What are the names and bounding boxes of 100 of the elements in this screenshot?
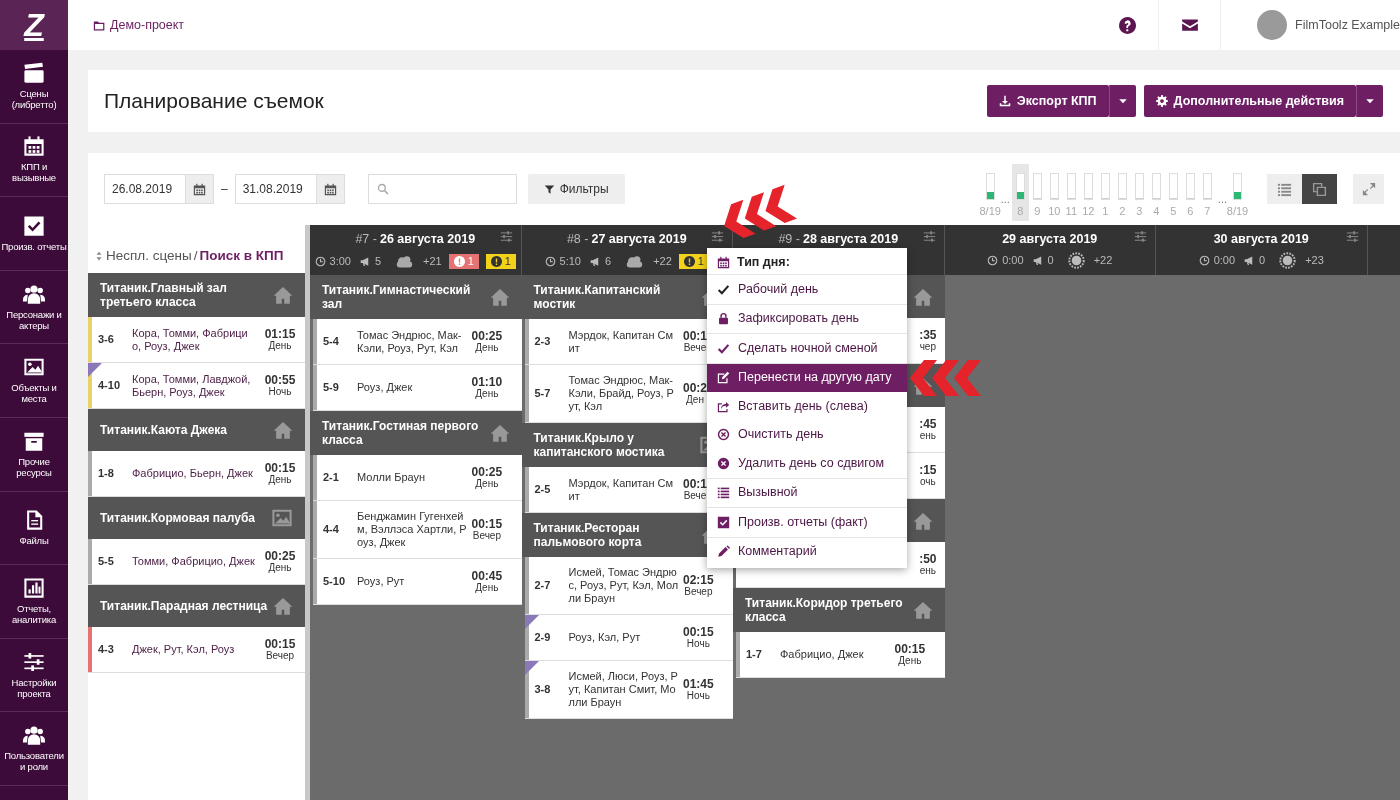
sidebar-item[interactable]: Персонажи и актеры — [0, 270, 68, 345]
day-part: День — [268, 340, 292, 352]
sidebar-item[interactable]: Настройки проекта — [0, 638, 68, 713]
menu-item[interactable]: Вставить день (слева) — [707, 392, 907, 421]
sidebar-item[interactable]: Отчеты, аналитика — [0, 565, 68, 639]
search-link[interactable]: Поиск в КПП — [199, 245, 284, 267]
annotation-arrow — [910, 360, 981, 396]
location-name: Титаник.Главный зал третьего класса — [100, 281, 228, 309]
menu-item[interactable]: Рабочий день — [707, 275, 907, 304]
cast-list: Джек, Рут, Кэл, Роуз — [128, 634, 259, 665]
fullscreen-button[interactable] — [1353, 174, 1384, 204]
list-icon — [1277, 181, 1292, 197]
day-settings-icon[interactable] — [711, 230, 724, 243]
day-settings-icon[interactable] — [1345, 230, 1359, 243]
location-name: Титаник.Парадная лестница — [100, 599, 268, 613]
calendar-icon — [323, 182, 337, 196]
day-part: Вече — [683, 342, 707, 354]
hour-label: 6 — [1187, 203, 1194, 219]
hour-label: 11 — [1065, 203, 1078, 219]
home-icon — [273, 285, 293, 305]
clock-icon — [544, 256, 556, 267]
cast-list: Томас Эндрюс, Мак-Кэли, Брайд, Роуз, Рут, Кэл — [564, 365, 683, 422]
day-date: 30 августа 2019 — [1213, 232, 1309, 246]
ellipsis-text: ... — [1000, 194, 1010, 205]
calendar-icon — [23, 135, 45, 158]
sidebar-item[interactable]: Файлы — [0, 491, 68, 566]
view-toggle-button[interactable] — [1267, 174, 1302, 204]
scene-number: 2-1 — [322, 470, 340, 486]
dropdown-toggle-button[interactable] — [1356, 85, 1383, 117]
scene-number: 1-8 — [97, 466, 115, 482]
expand-icon — [1361, 182, 1376, 196]
calendar-button[interactable] — [186, 174, 214, 204]
megaphone-icon — [1032, 255, 1044, 266]
menu-item[interactable]: Произв. отчеты (факт) — [707, 508, 907, 537]
menu-item[interactable]: Вызывной — [707, 478, 907, 507]
filter-icon — [543, 183, 555, 195]
location-name: Титаник.Гостиная первого класса — [322, 419, 480, 447]
day-part: День — [268, 562, 292, 574]
day-part: День — [268, 474, 292, 486]
app-logo[interactable]: Z — [0, 0, 68, 50]
layers-icon — [1312, 181, 1327, 197]
menu-item[interactable]: Удалить день со сдвигом — [707, 449, 907, 478]
home-icon — [912, 510, 933, 531]
sidebar-item[interactable]: Прочие ресурсы — [0, 417, 68, 492]
export-button[interactable]: Экспорт КПП — [986, 85, 1109, 117]
day-part: Вечер — [472, 530, 501, 542]
sidebar-item[interactable]: Произв. отчеты — [0, 197, 68, 271]
hour-label: 4 — [1153, 203, 1160, 219]
scene-number: 5-4 — [322, 334, 340, 350]
hour-label: 7 — [1204, 203, 1211, 219]
edit-icon — [717, 371, 730, 385]
sun-icon — [1279, 252, 1297, 269]
scrollbar[interactable] — [305, 225, 310, 800]
menu-item[interactable]: Комментарий — [707, 537, 907, 566]
user-avatar[interactable] — [1257, 10, 1288, 40]
scene-number: 2-7 — [533, 578, 552, 594]
calendar-button[interactable] — [316, 174, 345, 204]
menu-item[interactable]: Очистить день — [707, 420, 907, 449]
scene-duration: 00:45 — [471, 569, 503, 583]
location-name: Титаник.Кормовая палуба — [100, 511, 255, 525]
day-settings-icon[interactable] — [1134, 230, 1147, 243]
date-field[interactable]: 31.08.2019 — [234, 174, 317, 204]
home-icon — [489, 287, 510, 307]
bar-chart-icon — [23, 577, 45, 600]
scene-number: 2-5 — [533, 482, 552, 498]
cast-list: Молли Браун — [353, 462, 472, 493]
day-settings-icon[interactable] — [499, 230, 513, 243]
user-name[interactable]: FilmToolz Example — [1295, 15, 1400, 35]
temperature: +22 — [1093, 253, 1113, 269]
sidebar-item[interactable]: Пользователи и роли — [0, 712, 68, 786]
sidebar-item[interactable]: Объекты и места — [0, 344, 68, 418]
sidebar-item[interactable]: Сцены (либретто) — [0, 50, 68, 124]
day-date: 27 августа 2019 — [591, 232, 687, 246]
hour-label: 10 — [1048, 203, 1061, 219]
scene-number: 4-10 — [97, 378, 122, 394]
page-title: Планирование съемок — [104, 88, 324, 114]
menu-item[interactable]: Перенести на другую дату — [707, 363, 907, 392]
folder-icon — [93, 18, 106, 32]
calendar-icon — [193, 182, 206, 196]
dropdown-toggle-button[interactable] — [1108, 85, 1136, 117]
day-part: Ночь — [686, 638, 710, 650]
image-icon — [271, 507, 293, 529]
view-toggle-button[interactable] — [1302, 174, 1337, 204]
hour-label: 2 — [1119, 203, 1126, 219]
scene-duration: :50 — [919, 552, 937, 566]
sidebar-item[interactable]: КПП и вызывные — [0, 123, 68, 198]
scene-duration: 01:10 — [471, 375, 503, 389]
location-name: Титаник.Каюта Джека — [100, 423, 227, 437]
day-date: 28 августа 2019 — [802, 232, 899, 246]
location-name: Титаник.Крыло у капитанского мостика — [533, 431, 666, 459]
filters-button[interactable]: Фильтры — [527, 174, 625, 204]
date-field[interactable]: 26.08.2019 — [104, 174, 186, 204]
actions-button[interactable]: Дополнительные действия — [1143, 85, 1356, 117]
menu-item[interactable]: Зафиксировать день — [707, 304, 907, 333]
search-field[interactable] — [367, 174, 517, 204]
breadcrumb-link[interactable]: Демо-проект — [93, 15, 185, 35]
menu-item[interactable]: Сделать ночной сменой — [707, 334, 907, 363]
settings-icon — [1155, 95, 1168, 107]
scene-duration: 00:15 — [471, 517, 503, 531]
day-settings-icon[interactable] — [922, 230, 936, 243]
